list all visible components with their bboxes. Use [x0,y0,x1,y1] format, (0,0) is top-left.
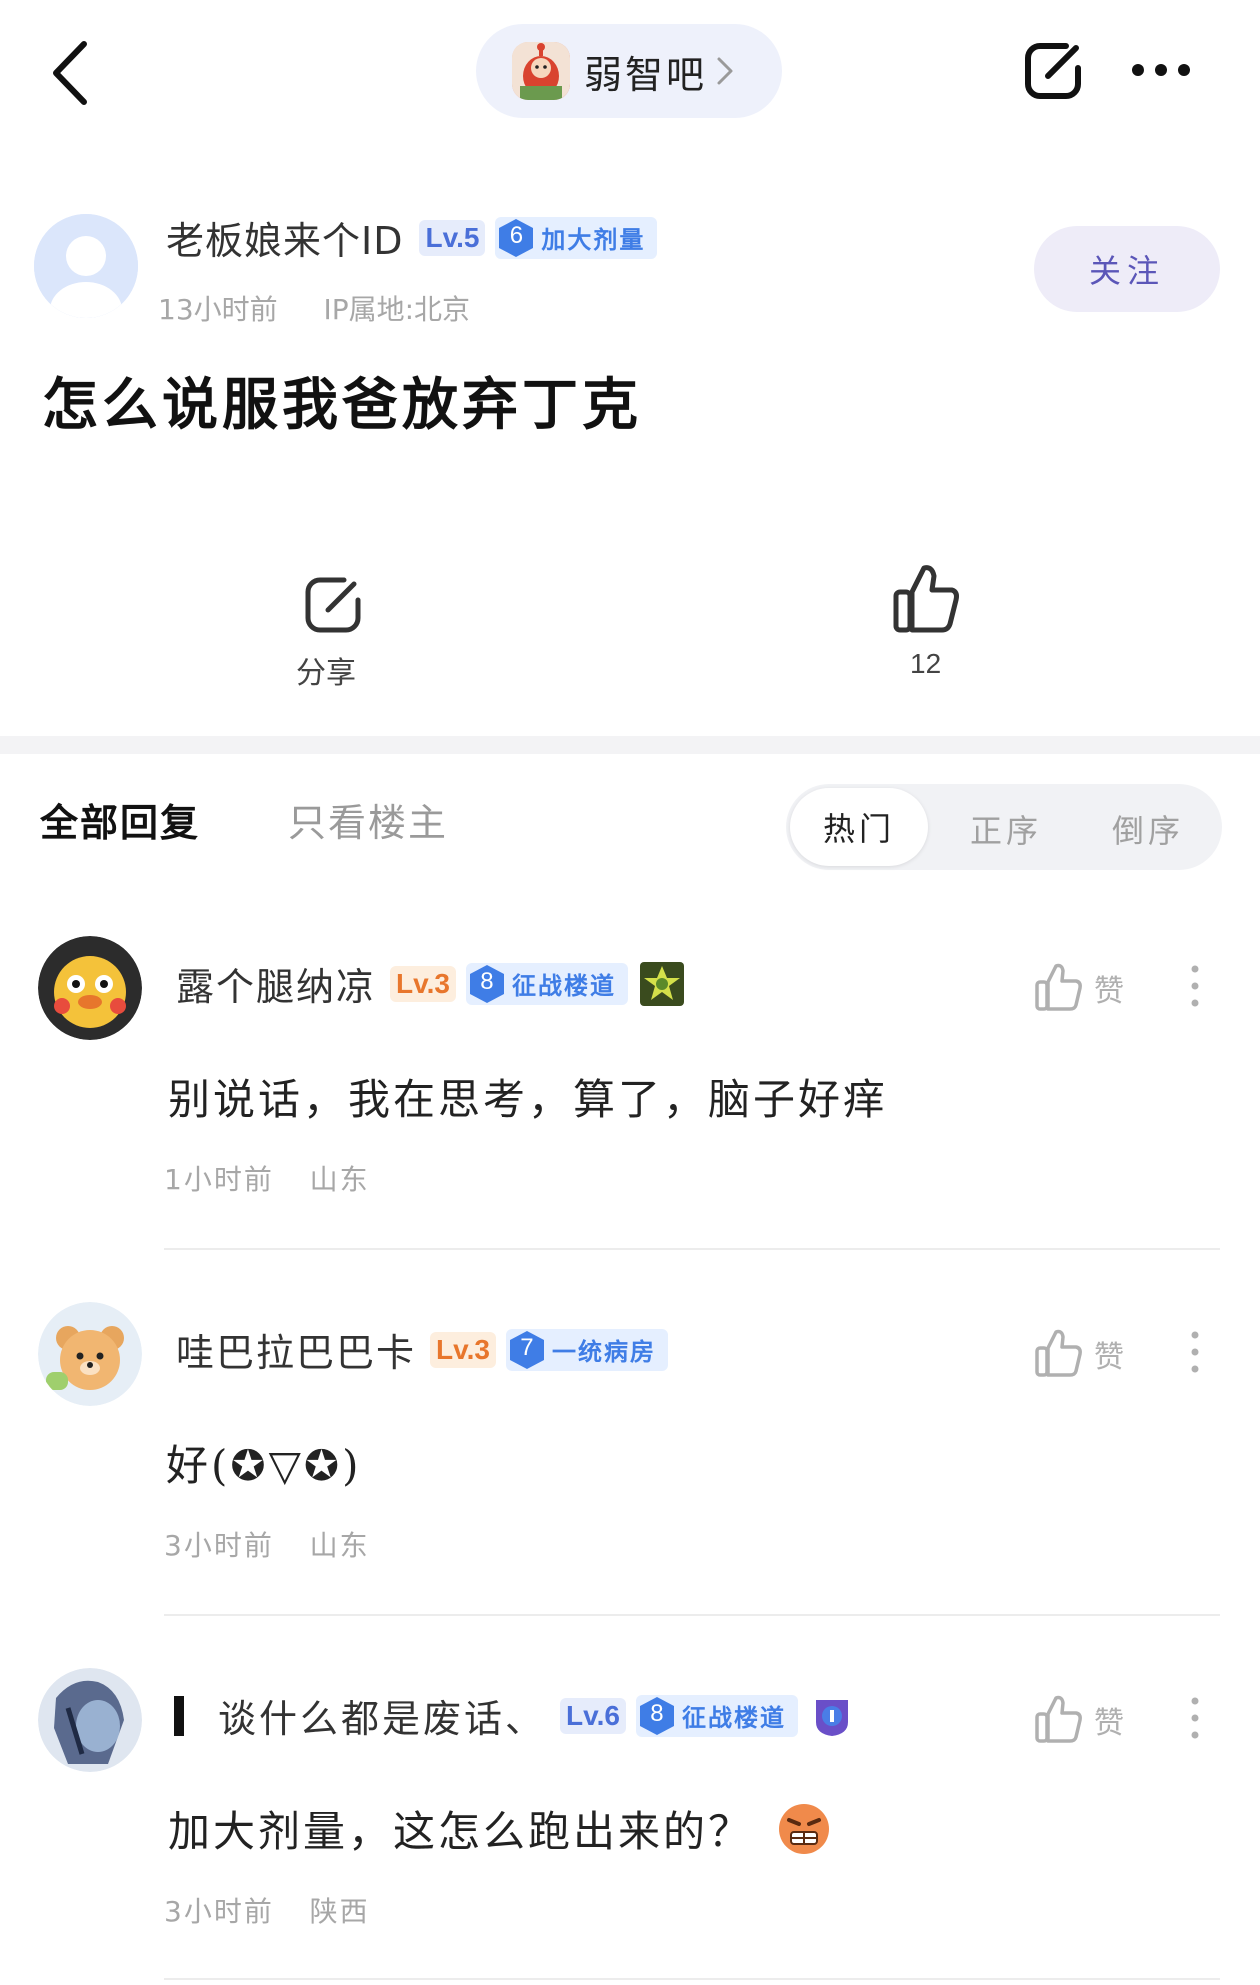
comment-text-row: 加大剂量，这怎么跑出来的？ [168,1798,831,1859]
author-level-badge: Lv.5 [419,219,486,256]
angry-emoji-icon [779,1803,830,1854]
share-action-icon[interactable] [300,572,366,638]
tab-all-replies[interactable]: 全部回复 [40,792,200,847]
badge-hexagon-icon: 8 [466,963,508,1005]
comment-author-name[interactable]: 哇巴拉巴巴卡 [176,1322,416,1377]
comment-time: 3小时前 [164,1529,274,1562]
comment-like-label[interactable]: 赞 [1094,1332,1124,1376]
forum-avatar-icon [512,42,570,100]
badge-title: 加大剂量 [541,226,646,254]
like-count: 12 [910,648,942,679]
comment-text: 好(✪▽✪) [166,1441,362,1490]
sort-ascending-button[interactable]: 正序 [970,806,1042,852]
comment-author-name[interactable]: 谈什么都是废话、 [218,1688,546,1743]
comment-location: 陕西 [309,1895,370,1928]
medal-icon [639,961,684,1006]
badge-hexagon-icon: 8 [636,1695,678,1737]
forum-header-button[interactable]: 弱智吧 [476,24,782,118]
badge-number: 8 [480,967,494,995]
badge-number: 6 [509,221,524,249]
comment-divider [164,1978,1220,1980]
comment-like-label[interactable]: 赞 [1094,966,1124,1010]
comment-more-icon[interactable] [1190,964,1200,1008]
section-divider [0,736,1260,754]
author-name[interactable]: 老板娘来个ID [166,210,403,265]
comment-time: 1小时前 [164,1163,274,1196]
badge-number: 8 [650,1699,664,1727]
comment-more-icon[interactable] [1190,1696,1200,1740]
comment-avatar[interactable] [38,936,142,1040]
comment-author-row: 露个腿纳凉 Lv.3 8 征战楼道 [176,956,684,1011]
comment-more-icon[interactable] [1190,1330,1200,1374]
sort-hot-button[interactable]: 热门 [790,788,928,866]
comment-avatar[interactable] [38,1668,142,1772]
comment-level-badge: Lv.3 [390,965,456,1002]
comment-honor-badge: 8 征战楼道 [635,1694,798,1737]
comment-text: 别说话，我在思考，算了，脑子好痒 [168,1075,889,1124]
member-badge-icon [815,1699,848,1736]
post-time: 13小时前 [158,293,278,326]
author-honor-badge: 6 加大剂量 [495,216,658,259]
post-ip-location: IP属地:北京 [323,293,471,326]
comment-like-icon[interactable] [1034,962,1084,1012]
comment-meta: 3小时前 山东 [164,1524,370,1564]
author-avatar[interactable] [34,214,138,318]
comment-honor-badge: 8 征战楼道 [465,962,628,1005]
badge-hexagon-icon: 7 [506,1329,548,1371]
badge-number: 7 [520,1333,534,1361]
badge-hexagon-icon: 6 [495,217,537,259]
comment-like-label[interactable]: 赞 [1094,1698,1124,1742]
comment-text: 加大剂量，这怎么跑出来的？ [168,1807,754,1856]
comment-location: 山东 [309,1529,370,1562]
back-arrow-icon[interactable] [50,40,90,106]
follow-button[interactable]: 关注 [1034,226,1220,312]
comment-avatar[interactable] [38,1302,142,1406]
share-action-label[interactable]: 分享 [296,648,356,692]
sort-descending-button[interactable]: 倒序 [1112,806,1184,852]
comment-level-badge: Lv.6 [560,1697,626,1734]
author-row: 老板娘来个ID Lv.5 6 加大剂量 [166,210,658,265]
comment-meta: 1小时前 山东 [164,1158,370,1198]
comment-like-icon[interactable] [1034,1328,1084,1378]
comment-divider [164,1248,1220,1250]
comment-like-icon[interactable] [1034,1694,1084,1744]
comment-level-badge: Lv.3 [430,1331,496,1368]
share-icon[interactable] [1022,38,1086,102]
comment-divider [164,1614,1220,1616]
comment-author-name[interactable]: 露个腿纳凉 [176,956,376,1011]
badge-title: 一统病房 [551,1338,656,1366]
comment-location: 山东 [309,1163,370,1196]
comment-author-row: 谈什么都是废话、 Lv.6 8 征战楼道 [174,1688,854,1743]
more-options-icon[interactable] [1130,62,1192,78]
post-title: 怎么说服我爸放弃丁克 [42,372,642,438]
badge-title: 征战楼道 [681,1704,786,1732]
comment-time: 3小时前 [164,1895,274,1928]
forum-name: 弱智吧 [584,52,708,97]
chevron-right-icon [717,57,733,85]
thumbs-up-icon[interactable] [892,562,962,634]
comment-honor-badge: 7 一统病房 [505,1328,668,1371]
author-tag-bar [174,1695,184,1736]
comment-meta: 3小时前 陕西 [164,1890,370,1930]
tab-op-only[interactable]: 只看楼主 [288,792,448,847]
comment-author-row: 哇巴拉巴巴卡 Lv.3 7 一统病房 [176,1322,668,1377]
badge-title: 征战楼道 [511,972,616,1000]
post-meta: 13小时前 IP属地:北京 [158,288,470,328]
